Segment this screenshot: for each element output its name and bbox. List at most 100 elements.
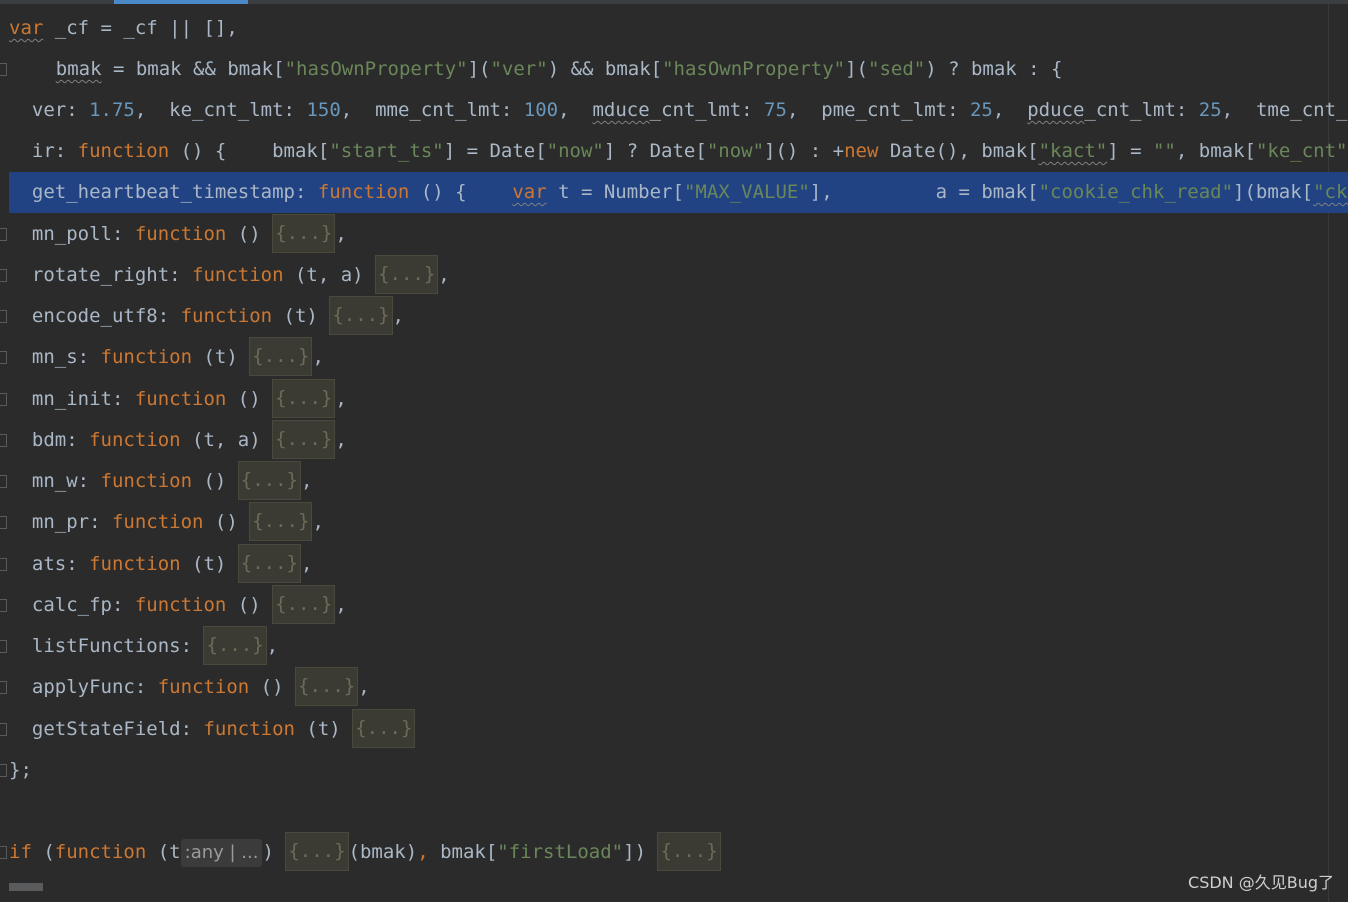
code-token: , — [312, 346, 324, 368]
folded-block-button[interactable]: {...} — [237, 461, 301, 500]
code-token: "hasOwnProperty" — [662, 58, 846, 80]
fold-gutter-icon[interactable] — [0, 558, 7, 571]
fold-gutter-icon[interactable] — [0, 63, 7, 76]
code-token: bdm: — [9, 429, 90, 451]
code-line[interactable]: mn_init: function () {...}, — [0, 379, 1348, 420]
folded-block-button[interactable]: {...} — [272, 585, 336, 624]
code-line[interactable]: calc_fp: function () {...}, — [0, 585, 1348, 626]
code-token: 75 — [764, 99, 787, 121]
code-token: , — [301, 470, 313, 492]
code-token: , — [392, 305, 404, 327]
code-line[interactable]: ats: function (t) {...}, — [0, 544, 1348, 585]
code-token: calc_fp: — [9, 594, 135, 616]
code-line[interactable]: rotate_right: function (t, a) {...}, — [0, 255, 1348, 296]
code-editor[interactable]: var _cf = _cf || [], bmak = bmak && bmak… — [0, 0, 1348, 902]
code-token: (t) — [192, 346, 250, 368]
code-token: function — [134, 388, 227, 410]
horizontal-scrollbar[interactable] — [9, 883, 43, 891]
code-token: , — [335, 223, 347, 245]
code-line[interactable]: bmak = bmak && bmak["hasOwnProperty"]("v… — [0, 49, 1348, 90]
fold-gutter-icon[interactable] — [0, 228, 7, 241]
code-token: , — [266, 635, 279, 657]
fold-gutter-icon[interactable] — [0, 723, 7, 736]
fold-gutter-icon[interactable] — [0, 269, 7, 282]
code-line-text: }; — [9, 750, 32, 791]
folded-block-button[interactable]: {...} — [249, 502, 313, 541]
code-line[interactable]: get_heartbeat_timestamp: function () { v… — [9, 172, 1348, 213]
code-line[interactable]: bdm: function (t, a) {...}, — [0, 420, 1348, 461]
code-token: () — [226, 594, 273, 616]
code-token: () — [226, 223, 273, 245]
fold-gutter-icon[interactable] — [0, 516, 7, 529]
code-token: , — [335, 429, 347, 451]
fold-gutter-icon[interactable] — [0, 846, 7, 859]
code-line[interactable]: getStateField: function (t) {...} — [0, 709, 1348, 750]
code-token: 100 — [523, 99, 559, 121]
folded-block-button[interactable]: {...} — [249, 337, 313, 376]
code-token: mduce — [592, 99, 650, 121]
fold-gutter-icon[interactable] — [0, 764, 7, 777]
code-token: "MAX_VALUE" — [683, 181, 810, 203]
code-token: ], a = bmak[ — [809, 181, 1039, 203]
folded-block-button[interactable]: {...} — [285, 832, 349, 871]
code-token: ] ? Date[ — [603, 140, 707, 162]
code-token: mn_poll: — [9, 223, 135, 245]
code-line-text: applyFunc: function () {...}, — [9, 667, 370, 708]
code-line[interactable]: mn_w: function () {...}, — [0, 461, 1348, 502]
code-line[interactable]: applyFunc: function () {...}, — [0, 667, 1348, 708]
code-line[interactable]: mn_poll: function () {...}, — [0, 214, 1348, 255]
code-token: ] = Date[ — [443, 140, 547, 162]
code-token: function — [111, 511, 204, 533]
code-token: _cnt_lmt: — [649, 99, 765, 121]
folded-block-button[interactable]: {...} — [657, 832, 721, 871]
fold-gutter-icon[interactable] — [0, 351, 7, 364]
code-token: , — [335, 388, 347, 410]
code-token: function — [100, 346, 193, 368]
code-token: , tme_cnt_lmt: — [1221, 99, 1348, 121]
code-token: bmak — [55, 58, 102, 80]
code-line[interactable]: mn_pr: function () {...}, — [0, 502, 1348, 543]
code-token: "" — [1152, 140, 1176, 162]
fold-gutter-icon[interactable] — [0, 310, 7, 323]
code-line-text: mn_init: function () {...}, — [9, 379, 347, 420]
folded-block-button[interactable]: {...} — [375, 255, 439, 294]
code-token: (t) — [294, 718, 353, 740]
code-token: () — [226, 388, 273, 410]
code-line[interactable]: mn_s: function (t) {...}, — [0, 337, 1348, 378]
folded-block-button[interactable]: {...} — [329, 296, 393, 335]
code-token: () { bmak[ — [169, 140, 330, 162]
code-line[interactable]: encode_utf8: function (t) {...}, — [0, 296, 1348, 337]
fold-gutter-icon[interactable] — [0, 393, 7, 406]
fold-gutter-icon[interactable] — [0, 640, 7, 653]
folded-block-button[interactable]: {...} — [272, 379, 336, 418]
code-line[interactable]: var _cf = _cf || [], — [0, 8, 1348, 49]
folded-block-button[interactable]: {...} — [272, 420, 336, 459]
code-token: ]( — [467, 58, 491, 80]
code-token: , — [992, 99, 1028, 121]
folded-block-button[interactable]: {...} — [237, 544, 301, 583]
fold-gutter-icon[interactable] — [0, 475, 7, 488]
code-line[interactable]: listFunctions: {...}, — [0, 626, 1348, 667]
code-token: () — [203, 511, 250, 533]
code-token: () — [192, 470, 238, 492]
folded-block-button[interactable]: {...} — [352, 709, 416, 748]
code-line[interactable]: ver: 1.75, ke_cnt_lmt: 150, mme_cnt_lmt:… — [0, 90, 1348, 131]
watermark: CSDN @久见Bug了 — [1188, 873, 1334, 892]
code-line-text: var _cf = _cf || [], — [9, 8, 238, 49]
code-token: new — [844, 140, 879, 162]
fold-gutter-icon[interactable] — [0, 434, 7, 447]
fold-gutter-icon[interactable] — [0, 599, 7, 612]
folded-block-button[interactable]: {...} — [272, 214, 336, 253]
code-token: "start_ts" — [329, 140, 444, 162]
code-token: function — [54, 841, 147, 863]
code-line[interactable]: ir: function () { bmak["start_ts"] = Dat… — [0, 131, 1348, 172]
folded-block-button[interactable]: {...} — [203, 626, 267, 665]
code-token: ) ? bmak : { — [925, 58, 1063, 80]
fold-gutter-icon[interactable] — [0, 681, 7, 694]
code-line[interactable] — [0, 791, 1348, 832]
code-line-text: getStateField: function (t) {...} — [9, 709, 416, 750]
folded-block-button[interactable]: {...} — [295, 667, 359, 706]
code-line[interactable]: if (function (t:any | ...) {...} (bmak), … — [0, 832, 1348, 873]
code-line[interactable]: }; — [0, 750, 1348, 791]
